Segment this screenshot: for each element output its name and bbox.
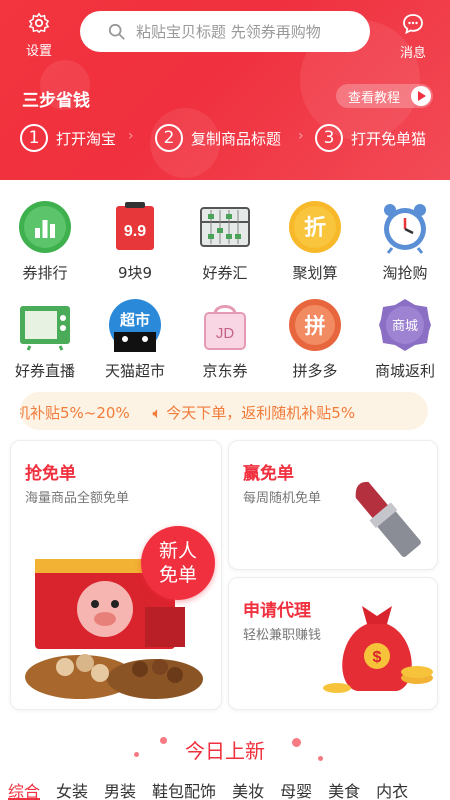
svg-text:拼: 拼 <box>305 314 326 338</box>
category-coupon-collection[interactable]: 好券汇 <box>180 200 270 283</box>
notice-text-2: 今天下单，返利随机补贴5% <box>166 404 356 422</box>
nine-nine-tag-icon: 9.9 <box>108 200 162 254</box>
gear-icon <box>28 12 50 34</box>
step-3: 3 打开免单猫 <box>315 124 426 152</box>
category-label: 券排行 <box>22 264 68 282</box>
category-label: 好券直播 <box>14 362 75 380</box>
badge-line-1: 新人 <box>158 540 197 562</box>
svg-text:商城: 商城 <box>392 319 418 334</box>
svg-text:$: $ <box>373 649 382 666</box>
category-label: 9块9 <box>117 264 153 282</box>
badge-line-2: 免单 <box>158 564 197 586</box>
apply-agent-card[interactable]: 申请代理 轻松兼职赚钱 $ <box>228 577 438 710</box>
tmall-supermarket-icon: 超市 <box>108 298 162 352</box>
settings-button[interactable]: 设置 <box>18 12 60 59</box>
tab-food[interactable]: 美食 <box>328 778 360 800</box>
tab-women[interactable]: 女装 <box>56 778 88 800</box>
step-number: 2 <box>155 124 183 152</box>
arrow-icon: › <box>128 128 134 144</box>
tab-comprehensive[interactable]: 综合 <box>8 778 40 800</box>
notice-text: 随机补贴5%~20% <box>20 404 130 422</box>
settings-label: 设置 <box>25 44 52 59</box>
step-number: 3 <box>315 124 343 152</box>
category-live-coupons[interactable]: 好券直播 <box>0 298 90 381</box>
header-banner: 设置 粘贴宝贝标题 先领券再购物 消息 三步省钱 查看教程 1 打开淘宝 › 2… <box>0 0 450 180</box>
category-tmall-supermarket[interactable]: 超市 天猫超市 <box>90 298 180 381</box>
step-1: 1 打开淘宝 <box>20 124 116 152</box>
rebate-notice-bar[interactable]: 随机补贴5%~20% 🔈︎ 今天下单，返利随机补贴5% <box>20 392 428 430</box>
tv-icon <box>18 298 72 352</box>
category-label: 淘抢购 <box>382 264 428 282</box>
steps-title: 三步省钱 <box>22 91 90 111</box>
card-title: 抢免单 <box>25 464 76 484</box>
category-label: 拼多多 <box>292 362 338 380</box>
messages-label: 消息 <box>399 46 426 61</box>
card-title: 申请代理 <box>243 601 311 621</box>
free-order-card[interactable]: 抢免单 海量商品全额免单 新人 免单 <box>10 440 222 710</box>
tab-mother-baby[interactable]: 母婴 <box>280 778 312 800</box>
win-free-order-card[interactable]: 赢免单 每周随机免单 <box>228 440 438 570</box>
tab-men[interactable]: 男装 <box>104 778 136 800</box>
mall-rebate-icon: 商城 <box>378 298 432 352</box>
search-icon <box>108 23 125 40</box>
view-tutorial-button[interactable]: 查看教程 <box>336 84 433 108</box>
category-coupon-ranking[interactable]: 券排行 <box>0 200 90 283</box>
money-bag-image: $ <box>323 606 433 693</box>
play-icon <box>411 86 431 106</box>
category-mall-rebate[interactable]: 商城 商城返利 <box>360 298 450 381</box>
svg-text:超市: 超市 <box>119 311 150 329</box>
category-label: 商城返利 <box>374 362 435 380</box>
category-pinduoduo[interactable]: 拼 拼多多 <box>270 298 360 381</box>
jd-bag-icon: JD <box>198 298 252 352</box>
chat-bubble-icon <box>403 14 423 35</box>
svg-text:JD: JD <box>216 325 235 342</box>
category-nine-nine[interactable]: 9.9 9块9 <box>90 200 180 283</box>
lipstick-image <box>355 481 421 557</box>
step-label: 复制商品标题 <box>191 129 282 148</box>
pinduoduo-icon: 拼 <box>288 298 342 352</box>
discount-icon: 折 <box>288 200 342 254</box>
card-title: 赢免单 <box>243 464 294 484</box>
today-new-title: 今日上新 <box>185 739 265 763</box>
category-label: 聚划算 <box>292 264 338 282</box>
category-label: 京东券 <box>202 362 248 380</box>
new-user-free-badge: 新人 免单 <box>141 526 215 600</box>
step-label: 打开淘宝 <box>56 129 117 148</box>
ranking-chart-icon <box>18 200 72 254</box>
tab-underwear[interactable]: 内衣 <box>376 778 408 800</box>
search-placeholder: 粘贴宝贝标题 先领券再购物 <box>136 23 321 41</box>
tutorial-label: 查看教程 <box>348 90 401 106</box>
messages-button[interactable]: 消息 <box>392 12 434 61</box>
alarm-clock-icon <box>378 200 432 254</box>
step-label: 打开免单猫 <box>351 129 427 148</box>
category-taoqianggou[interactable]: 淘抢购 <box>360 200 450 283</box>
abacus-icon <box>198 200 252 254</box>
card-subtitle: 轻松兼职赚钱 <box>243 628 322 643</box>
category-label: 好券汇 <box>202 264 248 282</box>
step-2: 2 复制商品标题 <box>155 124 281 152</box>
svg-text:9.9: 9.9 <box>124 223 146 240</box>
category-tabs: 综合 女装 男装 鞋包配饰 美妆 母婴 美食 内衣 <box>0 778 450 800</box>
search-input[interactable]: 粘贴宝贝标题 先领券再购物 <box>80 11 370 52</box>
step-number: 1 <box>20 124 48 152</box>
arrow-icon: › <box>298 128 304 144</box>
category-label: 天猫超市 <box>104 362 165 380</box>
tab-shoes-bags[interactable]: 鞋包配饰 <box>152 778 216 800</box>
svg-text:折: 折 <box>304 216 326 241</box>
speaker-icon: 🔈︎ <box>152 404 162 422</box>
category-jd-coupons[interactable]: JD 京东券 <box>180 298 270 381</box>
tab-beauty[interactable]: 美妆 <box>232 778 264 800</box>
card-subtitle: 海量商品全额免单 <box>25 491 130 506</box>
category-juhuasuan[interactable]: 折 聚划算 <box>270 200 360 283</box>
card-subtitle: 每周随机免单 <box>243 491 322 506</box>
